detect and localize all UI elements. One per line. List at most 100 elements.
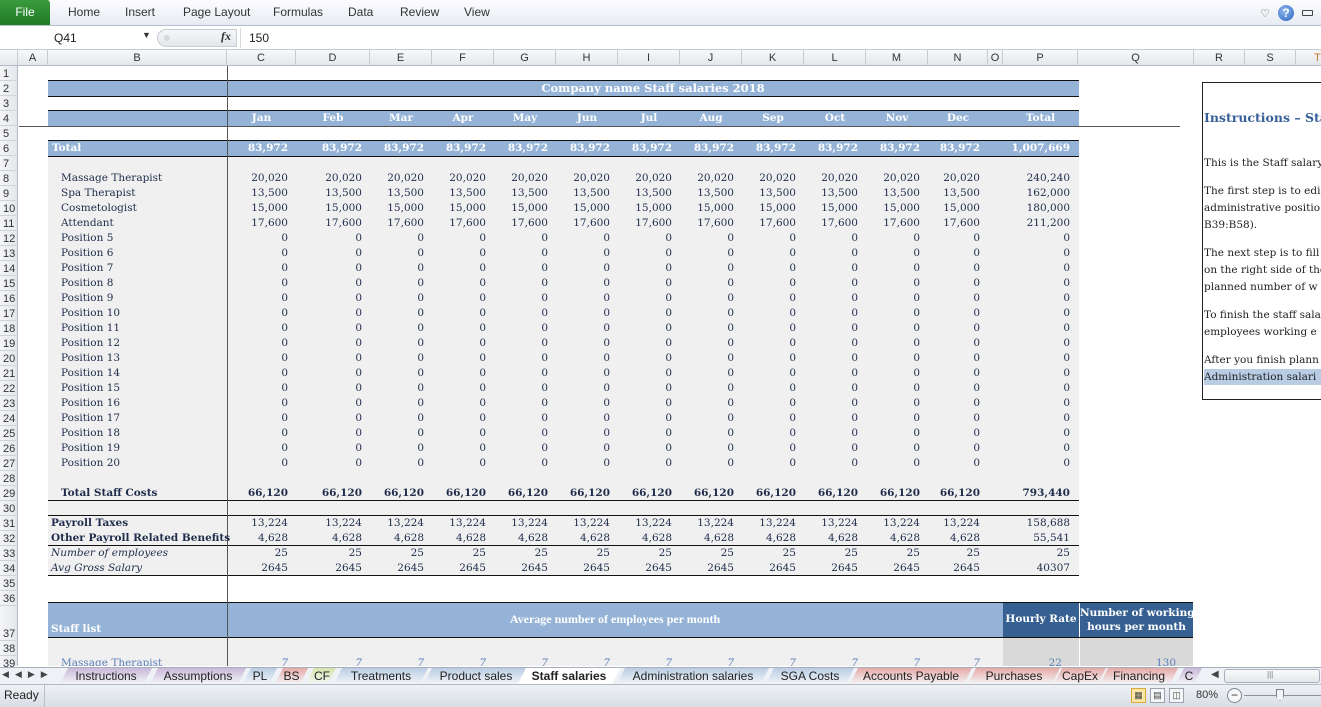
row-header-10[interactable]: 10 [0, 201, 18, 216]
position-label[interactable]: Position 19 [61, 441, 120, 456]
position-value[interactable]: 0 [370, 231, 424, 246]
number-of-employees-value[interactable]: 25 [804, 546, 858, 561]
position-label[interactable]: Position 17 [61, 411, 120, 426]
row-header-14[interactable]: 14 [0, 261, 18, 276]
position-value[interactable]: 15,000 [618, 201, 672, 216]
position-value[interactable]: 0 [680, 321, 734, 336]
payroll-taxes-value[interactable]: 13,224 [494, 516, 548, 531]
position-value[interactable]: 0 [618, 441, 672, 456]
payroll-taxes-value[interactable]: 13,224 [296, 516, 362, 531]
total-staff-costs-value[interactable]: 66,120 [432, 486, 486, 501]
column-header-g[interactable]: G [494, 50, 556, 66]
position-value[interactable]: 0 [296, 351, 362, 366]
number-of-employees-value[interactable]: 25 [742, 546, 796, 561]
position-value[interactable]: 0 [804, 321, 858, 336]
position-value[interactable]: 15,000 [680, 201, 734, 216]
sheet-tab-instructions[interactable]: Instructions [60, 668, 152, 684]
position-value[interactable]: 13,500 [804, 186, 858, 201]
position-value[interactable]: 0 [866, 426, 920, 441]
position-value[interactable]: 0 [618, 426, 672, 441]
position-value[interactable]: 0 [432, 411, 486, 426]
position-label[interactable]: Position 8 [61, 276, 113, 291]
position-value[interactable]: 15,000 [296, 201, 362, 216]
position-value[interactable]: 0 [680, 261, 734, 276]
position-value[interactable]: 0 [742, 231, 796, 246]
total-staff-costs-value[interactable]: 66,120 [227, 486, 288, 501]
position-value[interactable]: 0 [804, 261, 858, 276]
position-value[interactable]: 0 [370, 411, 424, 426]
position-value[interactable]: 15,000 [928, 201, 980, 216]
row-header-31[interactable]: 31 [0, 516, 18, 531]
position-value[interactable]: 0 [227, 396, 288, 411]
position-value[interactable]: 17,600 [432, 216, 486, 231]
position-value[interactable]: 0 [556, 261, 610, 276]
position-value[interactable]: 17,600 [296, 216, 362, 231]
position-value[interactable]: 0 [296, 441, 362, 456]
position-value[interactable]: 0 [494, 441, 548, 456]
position-value[interactable]: 0 [680, 351, 734, 366]
tab-insert[interactable]: Insert [125, 0, 155, 25]
position-value[interactable]: 0 [680, 306, 734, 321]
row-header-23[interactable]: 23 [0, 396, 18, 411]
column-header-f[interactable]: F [432, 50, 494, 66]
avg-gross-salary-value[interactable]: 2645 [227, 561, 288, 576]
other-payroll-benefits-value[interactable]: 4,628 [370, 531, 424, 546]
position-value[interactable]: 13,500 [618, 186, 672, 201]
position-value[interactable]: 13,500 [370, 186, 424, 201]
position-value[interactable]: 0 [928, 276, 980, 291]
position-value[interactable]: 0 [680, 456, 734, 471]
position-value[interactable]: 15,000 [804, 201, 858, 216]
position-value[interactable]: 0 [928, 231, 980, 246]
position-total[interactable]: 0 [1003, 456, 1070, 471]
position-total[interactable]: 0 [1003, 246, 1070, 261]
column-header-h[interactable]: H [556, 50, 618, 66]
working-hours-input[interactable]: 130 [1062, 656, 1176, 666]
position-value[interactable]: 0 [804, 381, 858, 396]
number-of-employees-value[interactable]: 25 [618, 546, 672, 561]
other-payroll-benefits-value[interactable]: 4,628 [680, 531, 734, 546]
position-value[interactable]: 0 [804, 351, 858, 366]
sheet-tab-product-sales[interactable]: Product sales [424, 668, 528, 684]
position-value[interactable]: 0 [866, 291, 920, 306]
row-header-15[interactable]: 15 [0, 276, 18, 291]
position-value[interactable]: 20,020 [618, 171, 672, 186]
position-total[interactable]: 0 [1003, 351, 1070, 366]
position-value[interactable]: 0 [866, 336, 920, 351]
staff-count-input[interactable]: 7 [556, 656, 610, 666]
position-value[interactable]: 0 [928, 411, 980, 426]
position-value[interactable]: 0 [742, 336, 796, 351]
sheet-tab-administration-salaries[interactable]: Administration salaries [617, 668, 769, 684]
other-payroll-benefits-value[interactable]: 4,628 [618, 531, 672, 546]
sheet-tab-bs[interactable]: BS [275, 668, 308, 684]
position-value[interactable]: 0 [928, 321, 980, 336]
position-value[interactable]: 0 [804, 441, 858, 456]
position-total[interactable]: 0 [1003, 441, 1070, 456]
position-value[interactable]: 0 [494, 246, 548, 261]
row-header-26[interactable]: 26 [0, 441, 18, 456]
column-header-s[interactable]: S [1245, 50, 1296, 66]
row-header-32[interactable]: 32 [0, 531, 18, 546]
position-value[interactable]: 0 [556, 336, 610, 351]
tab-formulas[interactable]: Formulas [273, 0, 323, 25]
position-value[interactable]: 0 [804, 426, 858, 441]
position-total[interactable]: 0 [1003, 366, 1070, 381]
total-staff-costs-value[interactable]: 66,120 [866, 486, 920, 501]
column-header-n[interactable]: N [928, 50, 988, 66]
position-value[interactable]: 20,020 [680, 171, 734, 186]
total-staff-costs-value[interactable]: 66,120 [296, 486, 362, 501]
position-value[interactable]: 17,600 [866, 216, 920, 231]
column-header-q[interactable]: Q [1078, 50, 1194, 66]
position-value[interactable]: 15,000 [866, 201, 920, 216]
position-value[interactable]: 13,500 [494, 186, 548, 201]
payroll-taxes-value[interactable]: 13,224 [618, 516, 672, 531]
row-header-4[interactable]: 4 [0, 111, 18, 126]
position-total[interactable]: 0 [1003, 291, 1070, 306]
position-value[interactable]: 20,020 [296, 171, 362, 186]
avg-gross-salary-value[interactable]: 2645 [742, 561, 796, 576]
total-staff-costs-value[interactable]: 66,120 [494, 486, 548, 501]
column-header-l[interactable]: L [804, 50, 866, 66]
position-value[interactable]: 0 [866, 366, 920, 381]
select-all-corner[interactable] [0, 50, 18, 66]
position-value[interactable]: 0 [432, 291, 486, 306]
position-value[interactable]: 0 [556, 231, 610, 246]
